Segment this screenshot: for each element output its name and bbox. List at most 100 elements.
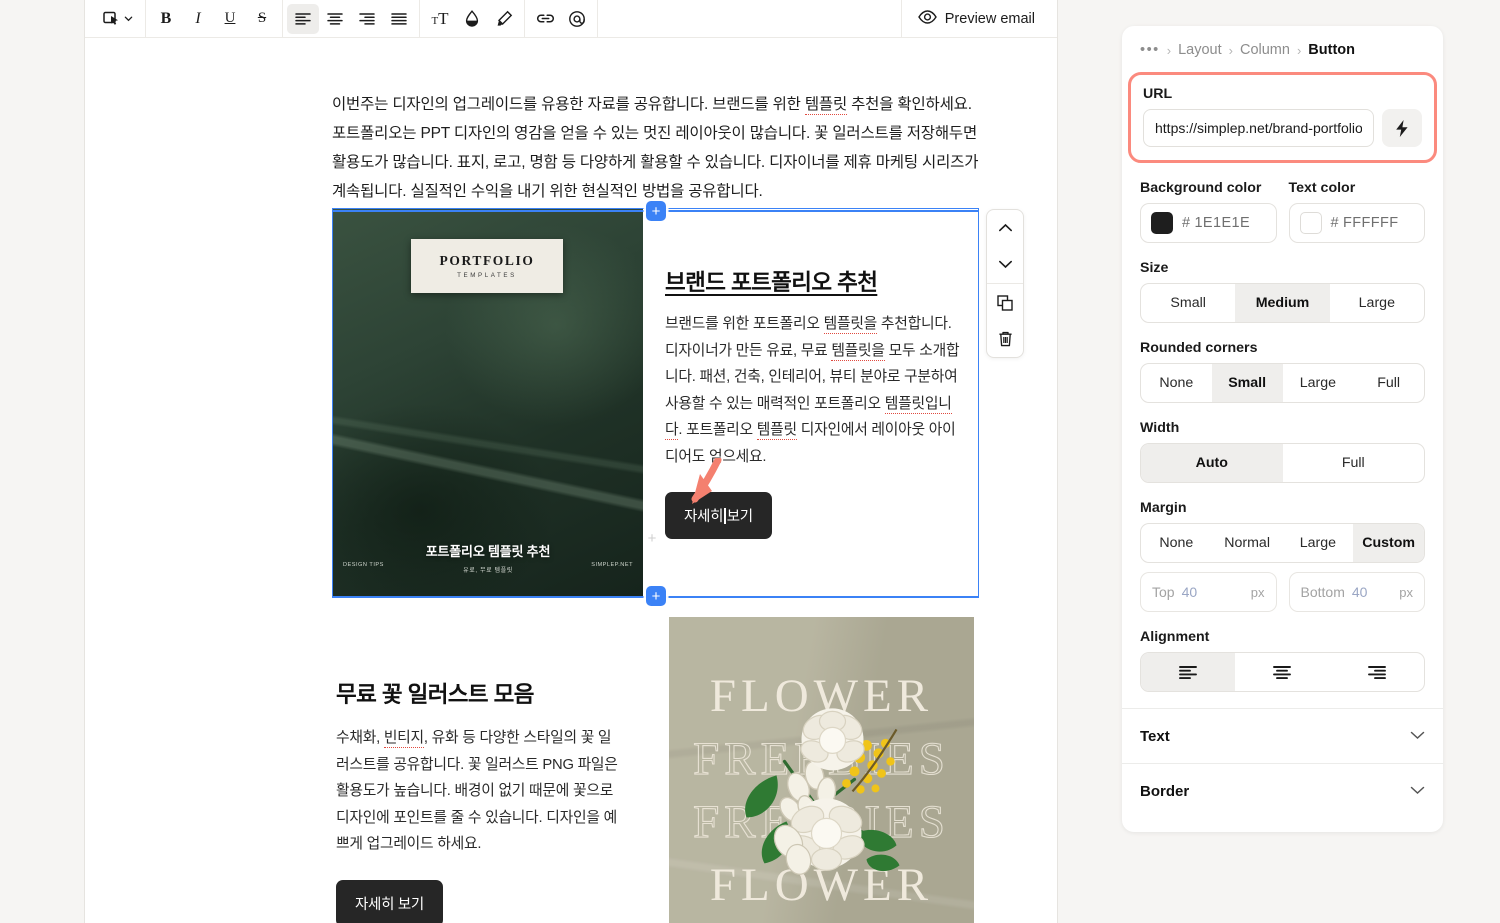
color-section: Background color #1E1E1E Text color # FFF… <box>1122 180 1443 243</box>
background-hex: 1E1E1E <box>1194 215 1251 231</box>
rounded-corners-section: Rounded corners None Small Large Full <box>1122 340 1443 403</box>
margin-option-normal[interactable]: Normal <box>1212 524 1283 562</box>
size-segmented-control: Small Medium Large <box>1140 283 1425 323</box>
background-color-field[interactable]: #1E1E1E <box>1140 203 1277 243</box>
width-option-full[interactable]: Full <box>1283 444 1425 482</box>
size-option-small[interactable]: Small <box>1141 284 1235 322</box>
margin-top-field[interactable]: Top 40 px <box>1140 572 1277 612</box>
toolbar-divider <box>987 283 1023 284</box>
card-misspelled-1: 템플릿을 <box>823 316 878 334</box>
rounded-option-full[interactable]: Full <box>1353 364 1424 402</box>
move-down-button[interactable] <box>987 246 1023 282</box>
flower-image[interactable]: FLOWER FREEBIES FREEBIES FLOWER <box>669 617 974 923</box>
margin-custom-row: Top 40 px Bottom 40 px <box>1140 572 1425 612</box>
size-option-medium[interactable]: Medium <box>1235 284 1330 322</box>
misspelled-word: 템플릿 <box>804 96 848 115</box>
width-option-auto[interactable]: Auto <box>1141 444 1283 482</box>
flower-misspelled: 빈티지 <box>383 730 424 748</box>
margin-top-value[interactable]: 40 <box>1182 584 1251 600</box>
chevron-down-icon <box>1410 782 1425 800</box>
italic-button[interactable]: I <box>182 4 214 34</box>
block-select-icon[interactable] <box>95 4 141 34</box>
margin-option-none[interactable]: None <box>1141 524 1212 562</box>
duplicate-button[interactable] <box>987 285 1023 321</box>
toolbar-group-text: TT <box>420 0 525 38</box>
margin-bottom-value[interactable]: 40 <box>1352 584 1399 600</box>
background-color-swatch[interactable] <box>1151 212 1173 234</box>
intro-paragraph[interactable]: 이번주는 디자인의 업그레이드를 유용한 자료를 공유합니다. 브랜드를 위한 … <box>332 90 982 206</box>
url-highlight-ring: URL <box>1128 72 1437 163</box>
margin-bottom-field[interactable]: Bottom 40 px <box>1288 572 1425 612</box>
rounded-option-none[interactable]: None <box>1141 364 1212 402</box>
toolbar-group-style: B I U S <box>146 0 283 38</box>
margin-label: Margin <box>1140 500 1187 516</box>
portfolio-corner-right: SIMPLEP.NET <box>591 562 633 568</box>
editor-canvas: B I U S TT Preview email 이번주는 디자인의 업그레이드… <box>85 0 1058 923</box>
url-row <box>1143 109 1422 147</box>
hash-symbol: # <box>1330 215 1339 231</box>
alignment-label: Alignment <box>1140 629 1210 645</box>
url-input[interactable] <box>1143 109 1374 147</box>
align-left-icon[interactable] <box>1141 653 1236 691</box>
size-option-large[interactable]: Large <box>1330 284 1424 322</box>
text-color-swatch[interactable] <box>1299 212 1322 234</box>
margin-option-custom[interactable]: Custom <box>1353 524 1424 562</box>
align-center-icon[interactable] <box>1235 653 1329 691</box>
underline-button[interactable]: U <box>214 4 246 34</box>
rounded-option-small[interactable]: Small <box>1211 364 1283 402</box>
flower-text-column[interactable]: 무료 꽃 일러스트 모음 수채화, 빈티지, 유화 등 다양한 스타일의 꽃 일… <box>332 617 642 923</box>
flower-block[interactable]: 무료 꽃 일러스트 모음 수채화, 빈티지, 유화 등 다양한 스타일의 꽃 일… <box>332 617 979 923</box>
highlighter-marker-icon[interactable] <box>488 4 520 34</box>
delete-button[interactable] <box>987 321 1023 357</box>
move-up-button[interactable] <box>987 210 1023 246</box>
margin-top-unit: px <box>1250 584 1265 600</box>
block-toolbar <box>986 209 1024 358</box>
size-label: Size <box>1140 260 1169 276</box>
preview-email-label: Preview email <box>944 10 1035 27</box>
text-color-field[interactable]: # FFFFFF <box>1288 203 1425 243</box>
card-body[interactable]: 브랜드를 위한 포트폴리오 템플릿을 추천합니다. 디자이너가 만든 유료, 무… <box>665 311 960 470</box>
text-cursor <box>724 508 726 524</box>
margin-bottom-label: Bottom <box>1300 584 1345 600</box>
rounded-option-large[interactable]: Large <box>1283 364 1354 402</box>
insert-block-bottom-button[interactable]: + <box>646 586 666 606</box>
preview-email-button[interactable]: Preview email <box>900 0 1057 38</box>
bold-button[interactable]: B <box>150 4 182 34</box>
hash-symbol: # <box>1182 215 1191 231</box>
font-size-icon[interactable]: TT <box>424 4 456 34</box>
card-body-4: . 포트폴리오 <box>678 422 757 438</box>
align-justify-icon[interactable] <box>383 4 415 34</box>
breadcrumb-overflow-button[interactable]: ••• <box>1140 42 1160 58</box>
insert-block-top-button[interactable]: + <box>646 201 666 221</box>
card-cta-button[interactable]: 자세히 보기 <box>665 492 772 539</box>
align-left-icon[interactable] <box>287 3 319 34</box>
lightning-bolt-icon[interactable] <box>1382 109 1422 147</box>
text-color-droplet-icon[interactable] <box>456 4 488 34</box>
mention-at-icon[interactable] <box>561 4 593 34</box>
align-right-icon[interactable] <box>351 4 383 34</box>
alignment-section: Alignment <box>1122 629 1443 692</box>
insert-column-button[interactable]: + <box>644 531 660 548</box>
breadcrumb-item-column[interactable]: Column <box>1240 42 1290 58</box>
flower-bouquet-illustration <box>714 683 929 903</box>
portfolio-image[interactable]: PORTFOLIO TEMPLATES 포트폴리오 템플릿 추천 유료, 무료 … <box>333 209 643 596</box>
flower-cta-button[interactable]: 자세히 보기 <box>336 879 443 923</box>
formatting-toolbar: B I U S TT Preview email <box>85 0 1057 38</box>
portfolio-caption: 포트폴리오 템플릿 추천 <box>425 544 551 559</box>
url-label: URL <box>1143 86 1173 102</box>
margin-top-label: Top <box>1152 584 1175 600</box>
card-heading[interactable]: 브랜드 포트폴리오 추천 <box>665 265 960 297</box>
align-right-icon[interactable] <box>1330 653 1424 691</box>
margin-option-large[interactable]: Large <box>1283 524 1354 562</box>
breadcrumb-item-layout[interactable]: Layout <box>1178 42 1222 58</box>
align-center-icon[interactable] <box>319 4 351 34</box>
link-icon[interactable] <box>529 4 561 34</box>
card-text-column[interactable]: 브랜드 포트폴리오 추천 브랜드를 위한 포트폴리오 템플릿을 추천합니다. 디… <box>643 209 978 596</box>
flower-heading[interactable]: 무료 꽃 일러스트 모음 <box>336 677 624 709</box>
accordion-text[interactable]: Text <box>1122 708 1443 763</box>
strikethrough-button[interactable]: S <box>246 4 278 34</box>
text-hex: FFFFFF <box>1342 215 1399 231</box>
accordion-border[interactable]: Border <box>1122 763 1443 818</box>
flower-body-2: , 유화 등 다양한 스타일의 꽃 일러스트를 공유합니다. 꽃 일러스트 PN… <box>336 730 618 852</box>
flower-body[interactable]: 수채화, 빈티지, 유화 등 다양한 스타일의 꽃 일러스트를 공유합니다. 꽃… <box>336 725 624 858</box>
